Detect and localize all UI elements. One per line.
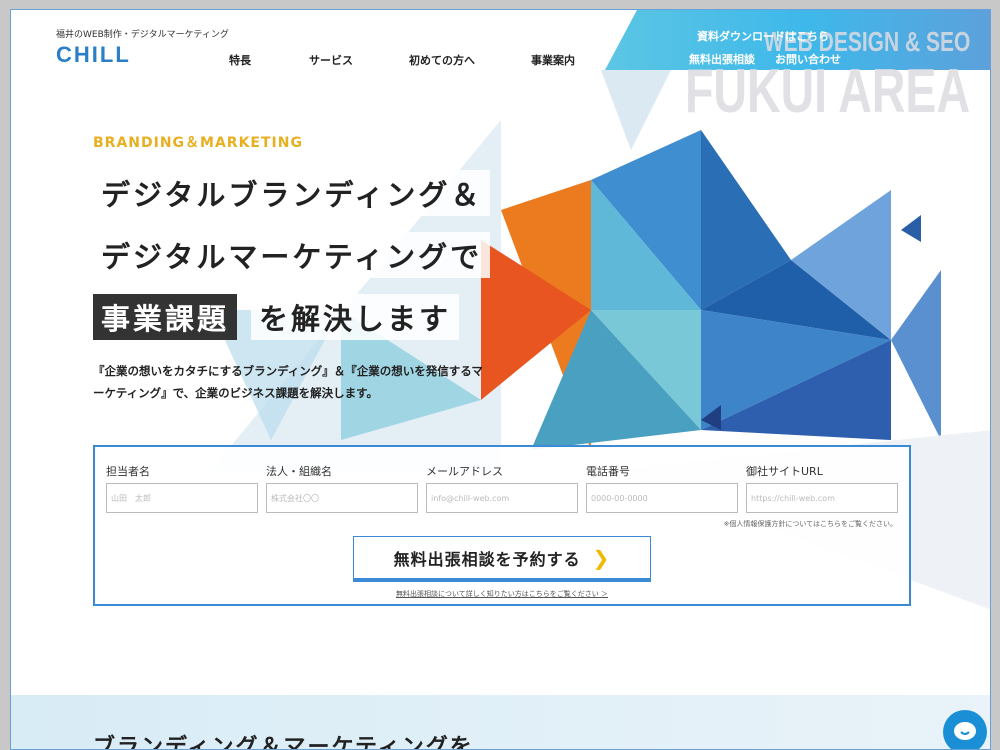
field-name: 担当者名 bbox=[106, 463, 258, 513]
page: 福井のWEB制作・デジタルマーケティング CHILL 特長 サービス 初めての方… bbox=[10, 9, 991, 750]
hero-lead: 『企業の想いをカタチにするブランディング』＆『企業の想いを発信するマーケティング… bbox=[93, 364, 483, 400]
email-input[interactable] bbox=[426, 483, 578, 513]
field-label: 電話番号 bbox=[586, 465, 630, 478]
chevron-right-icon: ❯ bbox=[592, 545, 611, 570]
hero-headline-3: を解決します bbox=[251, 294, 460, 340]
field-label: 法人・組織名 bbox=[266, 465, 332, 478]
url-input[interactable] bbox=[746, 483, 898, 513]
hero-headline-highlight: 事業課題 bbox=[93, 294, 238, 340]
submit-consult-button[interactable]: 無料出張相談を予約する ❯ bbox=[353, 536, 651, 582]
logo[interactable]: CHILL bbox=[56, 42, 131, 68]
download-link[interactable]: 資料ダウンロードはこちら bbox=[697, 28, 829, 44]
nav-features[interactable]: 特長 bbox=[229, 52, 251, 68]
chat-button[interactable] bbox=[943, 710, 987, 749]
field-company: 法人・組織名 bbox=[266, 463, 418, 513]
field-label: メールアドレス bbox=[426, 465, 503, 478]
section-heading: ブランディング＆マーケティングを bbox=[93, 735, 474, 750]
field-label: 御社サイトURL bbox=[746, 465, 823, 478]
contact-link[interactable]: お問い合わせ bbox=[775, 51, 841, 67]
company-input[interactable] bbox=[266, 483, 418, 513]
consult-link[interactable]: 無料出張相談 bbox=[689, 51, 755, 67]
nav-services[interactable]: サービス bbox=[309, 52, 353, 68]
hero-eyebrow: BRANDING＆MARKETING bbox=[93, 135, 303, 151]
nav-first-time[interactable]: 初めての方へ bbox=[409, 52, 475, 68]
name-input[interactable] bbox=[106, 483, 258, 513]
nav-business[interactable]: 事業案内 bbox=[531, 52, 575, 68]
next-section: ブランディング＆マーケティングを bbox=[11, 695, 990, 750]
chat-bubble-icon bbox=[954, 722, 976, 740]
consult-details-link[interactable]: 無料出張相談について詳しく知りたい方はこちらをご覧ください ＞ bbox=[95, 589, 909, 599]
hero-headline-1: デジタルブランディング＆ bbox=[93, 170, 491, 216]
field-label: 担当者名 bbox=[106, 465, 150, 478]
privacy-link[interactable]: ※個人情報保護方針についてはこちらをご覧ください。 bbox=[723, 519, 897, 529]
field-email: メールアドレス bbox=[426, 463, 578, 513]
submit-label: 無料出張相談を予約する bbox=[393, 549, 581, 569]
field-url: 御社サイトURL bbox=[746, 463, 898, 513]
site-tagline: 福井のWEB制作・デジタルマーケティング bbox=[56, 30, 229, 40]
phone-input[interactable] bbox=[586, 483, 738, 513]
hero-headline-2: デジタルマーケティングで bbox=[93, 232, 491, 278]
field-phone: 電話番号 bbox=[586, 463, 738, 513]
consult-form: 担当者名 法人・組織名 メールアドレス 電話番号 御社サイトURL ※個人情報保… bbox=[93, 445, 911, 606]
